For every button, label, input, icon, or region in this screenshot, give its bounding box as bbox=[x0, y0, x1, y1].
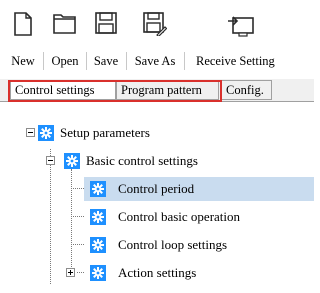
save-disk-icon bbox=[95, 12, 117, 38]
toolbar-separator bbox=[43, 52, 44, 70]
tree-connector bbox=[71, 169, 72, 277]
toolbar: New Open Save Save As Receive Setting bbox=[0, 0, 314, 70]
tab-config[interactable]: Config. bbox=[221, 80, 272, 100]
open-label: Open bbox=[51, 54, 79, 68]
tree-connector bbox=[77, 272, 84, 273]
tab-highlight-box bbox=[8, 80, 222, 102]
new-button[interactable]: New bbox=[6, 12, 40, 68]
gear-icon bbox=[64, 153, 80, 169]
toolbar-separator bbox=[126, 52, 127, 70]
gear-icon bbox=[90, 181, 106, 197]
tree-item-control-period[interactable]: Control period bbox=[84, 177, 314, 201]
open-folder-icon bbox=[53, 12, 77, 38]
expand-action-settings-toggle[interactable] bbox=[66, 268, 75, 277]
gear-icon bbox=[38, 125, 54, 141]
gear-icon bbox=[90, 237, 106, 253]
receive-setting-icon bbox=[227, 12, 255, 42]
toolbar-separator bbox=[184, 52, 185, 70]
collapse-group-toggle[interactable] bbox=[46, 156, 55, 165]
tree-item-basic-control-settings[interactable]: Basic control settings bbox=[86, 149, 198, 173]
tree-item-action-settings[interactable]: Action settings bbox=[118, 261, 196, 285]
tree-item-control-basic-operation[interactable]: Control basic operation bbox=[118, 205, 240, 229]
tree-connector bbox=[71, 188, 84, 189]
save-button[interactable]: Save bbox=[89, 12, 123, 68]
tree-connector bbox=[71, 244, 84, 245]
toolbar-separator bbox=[86, 52, 87, 70]
new-label: New bbox=[11, 54, 35, 68]
open-button[interactable]: Open bbox=[46, 12, 84, 68]
tree-connector bbox=[50, 149, 51, 284]
receive-setting-label: Receive Setting bbox=[196, 54, 275, 68]
receive-setting-button[interactable]: Receive Setting bbox=[187, 12, 314, 68]
save-as-label: Save As bbox=[134, 54, 176, 68]
tree-item-control-loop-settings[interactable]: Control loop settings bbox=[118, 233, 227, 257]
save-label: Save bbox=[93, 54, 119, 68]
tree-connector bbox=[71, 216, 84, 217]
save-as-icon bbox=[143, 12, 168, 40]
save-as-button[interactable]: Save As bbox=[129, 12, 181, 68]
new-file-icon bbox=[14, 12, 32, 40]
tree-item-setup-parameters[interactable]: Setup parameters bbox=[60, 121, 150, 145]
collapse-root-toggle[interactable] bbox=[26, 128, 35, 137]
gear-icon bbox=[90, 209, 106, 225]
settings-tree: Setup parameters Basic control settings … bbox=[0, 102, 314, 293]
gear-icon bbox=[90, 265, 106, 281]
